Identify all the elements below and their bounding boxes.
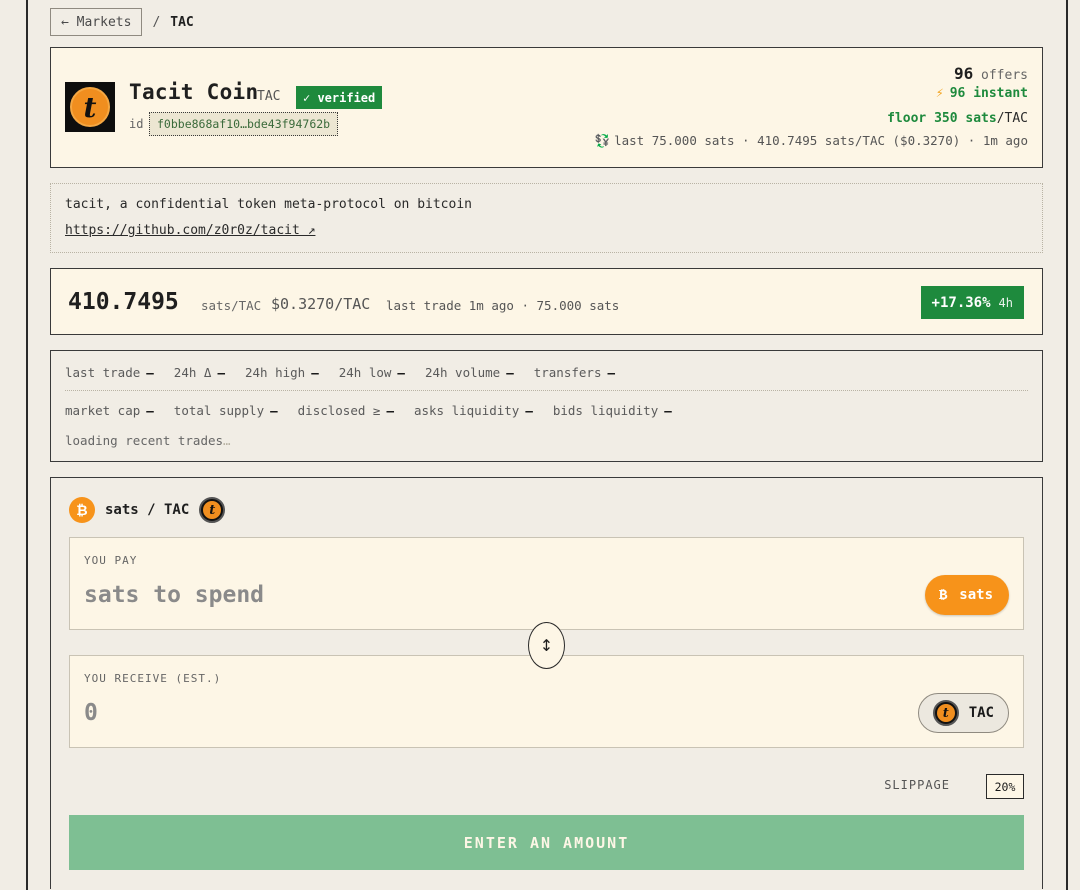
pay-token-label: sats [959,587,993,603]
price-usd: $0.3270/TAC [271,295,371,313]
lightning-icon: ⚡ [935,86,944,101]
tac-token-icon: t [932,700,959,726]
pair-label: sats / TAC [105,502,190,518]
stat-last-trade: last trade – [65,365,154,380]
stats-row-trading: last trade – 24h Δ – 24h high – 24h low – 24… [65,365,615,380]
receive-token-label: TAC [968,705,994,721]
swap-panel: ₿ sats / TAC t YOU PAY ₿ sats ↕ YOU RECE… [50,477,1043,889]
page-border-right [1066,0,1068,890]
market-stats: last trade – 24h Δ – 24h high – 24h low – 24… [50,350,1043,462]
token-header-card: t Tacit Coin TAC ✓ verified id f0bbe868a… [50,47,1043,168]
pay-label: YOU PAY [84,554,138,567]
stat-transfers: transfers – [533,365,615,380]
token-id-chip[interactable]: f0bbe868af10…bde43f94762b [149,112,339,136]
pay-token-selector[interactable]: ₿ sats [924,575,1009,615]
breadcrumb: ← Markets / TAC [50,8,194,36]
price-last-trade: last trade 1m ago · 75.000 sats [386,298,620,313]
token-ticker: TAC [257,89,281,104]
price-bar: 410.7495 sats/TAC $0.3270/TAC last trade… [50,268,1043,335]
receive-token-selector[interactable]: t TAC [917,693,1009,733]
bitcoin-icon: ₿ [938,586,948,603]
header-stats: 96 offers ⚡ 96 instant floor 350 sats/TAC… [595,64,1029,153]
stat-24h-low: 24h low – [338,365,405,380]
stat-total-supply: total supply – [173,403,278,418]
recent-trades-loading: loading recent trades… [65,433,231,448]
current-price: 410.7495 [68,289,179,315]
tac-token-icon: t [199,497,226,523]
offers-count: 96 offers [953,64,1028,83]
verified-badge: ✓ verified [296,86,383,109]
breadcrumb-separator: / [152,14,161,30]
stat-bids-liquidity: bids liquidity – [552,403,672,418]
description-text: tacit, a confidential token meta-protoco… [65,197,472,212]
token-logo-icon: t [65,82,115,132]
slippage-input[interactable]: 20% [986,774,1024,799]
stat-24h-change: 24h Δ – [173,365,225,380]
stats-row-supply: market cap – total supply – disclosed ≥ – a… [65,403,672,418]
flip-direction-button[interactable]: ↕ [528,622,565,669]
exchange-icon: 💱 [594,133,611,148]
instant-offers: ⚡ 96 instant [935,86,1028,101]
stat-24h-volume: 24h volume – [424,365,514,380]
slippage-label: SLIPPAGE [884,778,950,792]
back-to-markets-button[interactable]: ← Markets [50,8,143,36]
receive-label: YOU RECEIVE (EST.) [84,672,222,685]
last-trade-summary: 💱 last 75.000 sats · 410.7495 sats/TAC ($… [594,133,1029,148]
trading-pair: ₿ sats / TAC t [69,497,226,523]
stat-24h-high: 24h high – [244,365,319,380]
stats-divider [65,390,1028,391]
enter-amount-button[interactable]: ENTER AN AMOUNT [69,815,1024,870]
stat-asks-liquidity: asks liquidity – [413,403,533,418]
breadcrumb-current: TAC [170,14,194,30]
swap-arrows-icon: ↕ [539,636,554,655]
token-description: tacit, a confidential token meta-protoco… [50,183,1043,253]
price-change-badge: +17.36% 4h [920,286,1024,319]
stat-market-cap: market cap – [65,403,154,418]
github-link[interactable]: https://github.com/z0r0z/tacit ↗ [65,223,315,238]
pay-field: YOU PAY ₿ sats [69,537,1024,630]
pay-amount-input[interactable] [84,580,684,610]
stat-disclosed: disclosed ≥ – [297,403,394,418]
id-label: id [129,117,144,131]
bitcoin-icon: ₿ [69,497,95,523]
price-unit: sats/TAC [201,298,262,313]
floor-price: floor 350 sats/TAC [887,111,1028,126]
page-border-left [26,0,28,890]
receive-amount: 0 [84,700,98,726]
token-name: Tacit Coin [129,80,259,104]
